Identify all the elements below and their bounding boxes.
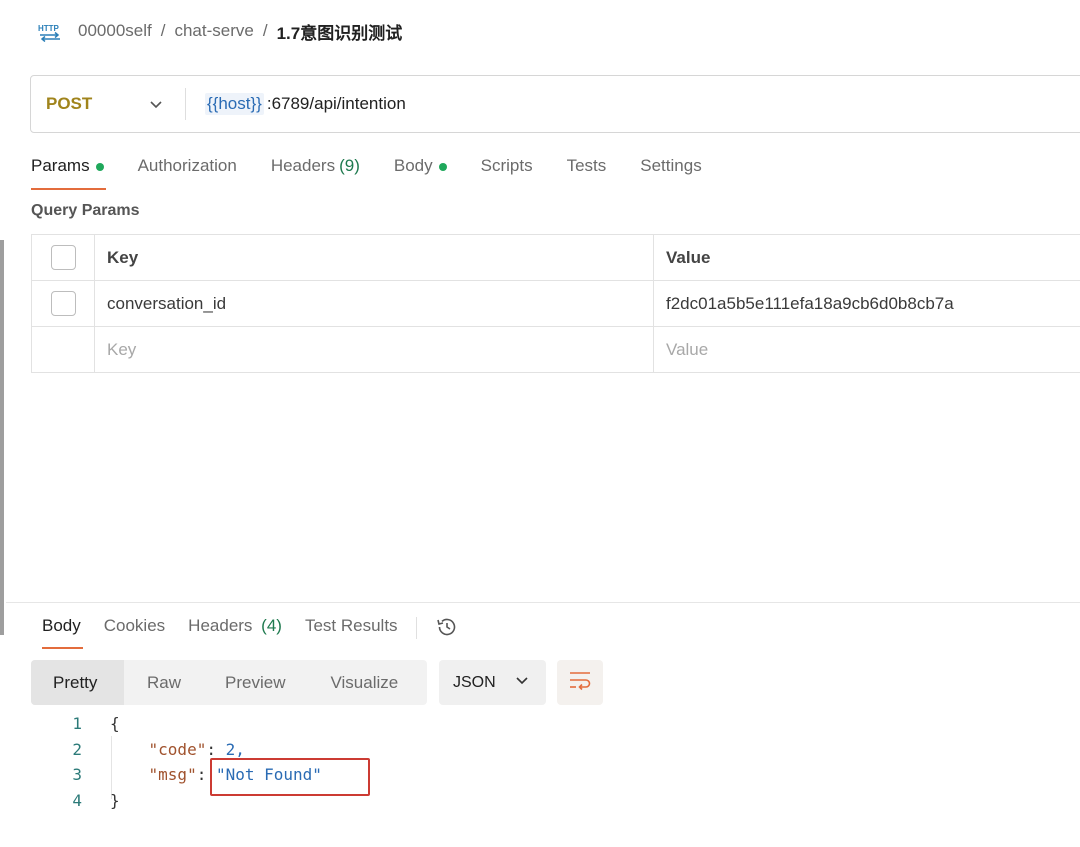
left-scrollbar[interactable]: [0, 240, 4, 635]
url-variable[interactable]: {{host}}: [205, 93, 264, 115]
json-key: "code": [148, 739, 207, 759]
json-value: 2,: [225, 739, 245, 759]
svg-text:HTTP: HTTP: [38, 24, 60, 33]
tab-count: (9): [339, 156, 360, 175]
param-value: f2dc01a5b5e111efa18a9cb6d0b8cb7a: [666, 293, 954, 313]
tab-settings[interactable]: Settings: [640, 154, 701, 190]
tab-label: Body: [393, 156, 433, 175]
view-mode-group: Pretty Raw Preview Visualize: [31, 660, 427, 705]
history-icon[interactable]: [435, 615, 459, 639]
checkbox-cell: [32, 327, 95, 372]
method-label: POST: [46, 94, 93, 113]
tab-separator: [415, 617, 417, 639]
request-name[interactable]: 1.7意图识别测试: [277, 19, 403, 44]
tab-cookies[interactable]: Cookies: [104, 613, 165, 649]
tab-label: Tests: [566, 156, 607, 175]
table-header-row: Key Value: [32, 235, 1080, 281]
code-text: "code": 2,: [148, 739, 245, 759]
url-input[interactable]: {{host}} :6789/api/intention: [205, 93, 406, 115]
wrap-lines-icon: [568, 669, 592, 696]
code-line: 1 {: [0, 711, 322, 737]
view-preview[interactable]: Preview: [225, 660, 285, 705]
tab-label: Scripts: [480, 156, 533, 175]
view-visualize[interactable]: Visualize: [330, 660, 398, 705]
url-bar: POST {{host}} :6789/api/intention: [30, 75, 1080, 133]
value-placeholder: Value: [666, 339, 709, 359]
select-all-checkbox[interactable]: [50, 245, 76, 270]
json-key: "msg": [148, 765, 197, 785]
tab-count: (4): [261, 616, 282, 635]
http-icon: HTTP: [36, 18, 64, 44]
breadcrumb-collection[interactable]: chat-serve: [174, 21, 253, 41]
new-value-input[interactable]: Value: [654, 327, 1080, 372]
method-select[interactable]: POST: [31, 76, 185, 132]
wrap-lines-button[interactable]: [557, 660, 603, 705]
tab-label: Params: [31, 156, 90, 175]
tab-label: Authorization: [137, 156, 237, 175]
section-title: Query Params: [31, 202, 140, 219]
request-tabs: Params Authorization Headers (9) Body Scr…: [31, 154, 736, 190]
checkbox-cell: [32, 281, 95, 326]
format-label: JSON: [453, 673, 496, 691]
params-table: Key Value conversation_id f2dc01a5b5e111…: [31, 234, 1080, 373]
annotation-highlight-box: [210, 758, 370, 796]
chevron-down-icon: [149, 97, 163, 111]
tab-params[interactable]: Params: [31, 154, 106, 190]
view-pretty[interactable]: Pretty: [31, 660, 124, 705]
tab-authorization[interactable]: Authorization: [138, 154, 237, 190]
chevron-down-icon: [515, 673, 529, 692]
tab-test-results[interactable]: Test Results: [305, 613, 398, 649]
tab-label: Cookies: [103, 616, 166, 635]
tab-response-headers[interactable]: Headers (4): [188, 613, 282, 649]
line-number: 2: [72, 739, 82, 759]
param-value-cell[interactable]: f2dc01a5b5e111efa18a9cb6d0b8cb7a: [654, 281, 1080, 326]
code-text: {: [110, 714, 120, 734]
tab-headers[interactable]: Headers (9): [271, 154, 360, 190]
line-number: 4: [72, 790, 82, 810]
key-placeholder: Key: [107, 339, 137, 359]
line-number: 3: [72, 765, 82, 785]
table-row-empty: Key Value: [32, 327, 1080, 373]
checkbox-cell: [32, 235, 95, 280]
url-divider: [185, 88, 186, 120]
code-text: }: [110, 790, 120, 810]
tab-response-body[interactable]: Body: [42, 613, 83, 649]
response-tabs: Body Cookies Headers (4) Test Results: [42, 613, 459, 649]
line-number: 1: [72, 714, 82, 734]
tab-tests[interactable]: Tests: [567, 154, 607, 190]
tab-body[interactable]: Body: [394, 154, 447, 190]
row-checkbox[interactable]: [50, 291, 76, 316]
column-header-value: Value: [666, 247, 711, 267]
new-key-input[interactable]: Key: [95, 327, 654, 372]
breadcrumb: HTTP 00000self / chat-serve / 1.7意图识别测试: [36, 18, 402, 44]
response-divider[interactable]: [6, 602, 1080, 603]
breadcrumb-separator: /: [262, 21, 268, 40]
param-key: conversation_id: [107, 293, 227, 313]
tab-label: Test Results: [304, 616, 398, 635]
tab-scripts[interactable]: Scripts: [481, 154, 533, 190]
table-row: conversation_id f2dc01a5b5e111efa18a9cb6…: [32, 281, 1080, 327]
url-path: :6789/api/intention: [266, 94, 406, 113]
format-select[interactable]: JSON: [439, 660, 546, 705]
tab-label: Headers: [270, 156, 336, 175]
status-dot: [95, 163, 104, 171]
column-header-key: Key: [95, 235, 654, 280]
view-raw[interactable]: Raw: [147, 660, 181, 705]
status-dot: [438, 163, 447, 171]
tab-label: Settings: [640, 156, 702, 175]
breadcrumb-workspace[interactable]: 00000self: [78, 21, 152, 41]
breadcrumb-separator: /: [160, 21, 166, 40]
tab-label: Headers: [188, 616, 253, 635]
param-key-cell[interactable]: conversation_id: [95, 281, 654, 326]
tab-label: Body: [42, 616, 81, 635]
